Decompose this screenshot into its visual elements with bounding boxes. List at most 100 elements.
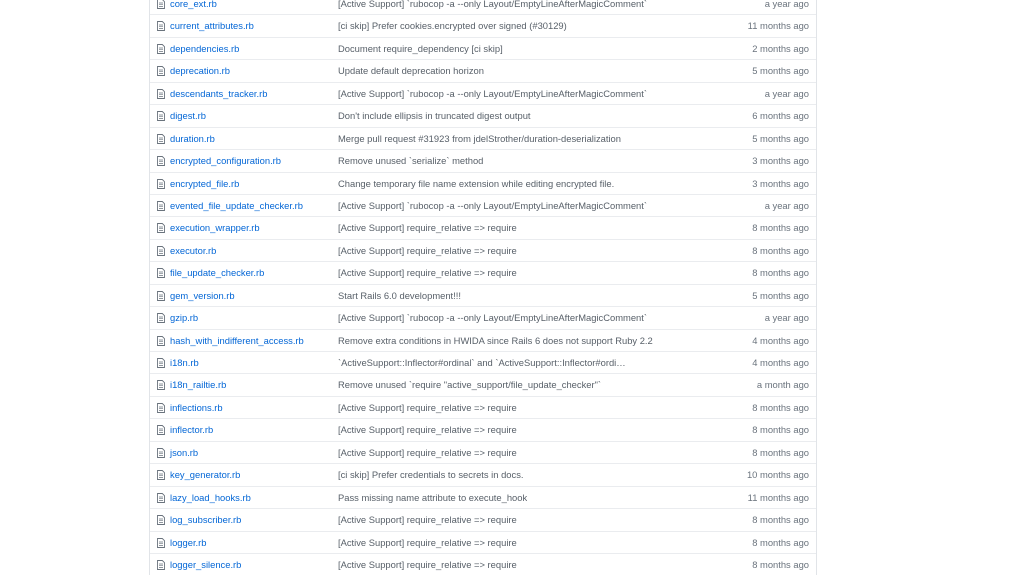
file-row[interactable]: current_attributes.rb [ci skip] Prefer co… — [150, 14, 816, 36]
file-name-link[interactable]: inflector.rb — [170, 419, 213, 440]
file-name-link[interactable]: lazy_load_hooks.rb — [170, 487, 251, 508]
file-text-icon — [157, 268, 165, 279]
commit-age: 11 months ago — [747, 491, 809, 503]
file-name-link[interactable]: deprecation.rb — [170, 60, 230, 81]
commit-age: 5 months ago — [752, 65, 809, 77]
commit-message-link[interactable]: [ci skip] Prefer credentials to secrets … — [338, 464, 524, 485]
file-row[interactable]: lazy_load_hooks.rb Pass missing name attr… — [150, 485, 816, 508]
file-row[interactable]: logger.rb [Active Support] require_relati… — [150, 530, 816, 553]
commit-message-link[interactable]: Remove unused `serialize` method — [338, 150, 483, 171]
file-row[interactable]: execution_wrapper.rb [Active Support] req… — [150, 216, 816, 238]
file-row[interactable]: encrypted_configuration.rb Remove unused … — [150, 149, 816, 171]
commit-age: 8 months ago — [752, 536, 809, 548]
commit-message-link[interactable]: [Active Support] `rubocop -a --only Layo… — [338, 83, 647, 104]
file-name-link[interactable]: current_attributes.rb — [170, 15, 254, 36]
file-row[interactable]: executor.rb [Active Support] require_rela… — [150, 238, 816, 261]
commit-age: a year ago — [764, 312, 809, 324]
file-row[interactable]: gem_version.rb Start Rails 6.0 developmen… — [150, 283, 816, 306]
commit-message-link[interactable]: Change temporary file name extension whi… — [338, 173, 614, 194]
file-name-link[interactable]: logger_silence.rb — [170, 554, 241, 575]
file-name-link[interactable]: digest.rb — [170, 105, 206, 126]
file-row[interactable]: deprecation.rb Update default deprecation… — [150, 59, 816, 81]
file-name-link[interactable]: logger.rb — [170, 532, 206, 553]
commit-message-link[interactable]: [Active Support] require_relative => req… — [338, 554, 517, 575]
commit-message-link[interactable]: [Active Support] require_relative => req… — [338, 240, 517, 261]
file-name-link[interactable]: inflections.rb — [170, 397, 223, 418]
file-row[interactable]: i18n.rb `ActiveSupport::Inflector#ordinal… — [150, 351, 816, 373]
file-row[interactable]: json.rb [Active Support] require_relative… — [150, 440, 816, 463]
file-text-icon — [157, 470, 165, 481]
commit-message-link[interactable]: Pass missing name attribute to execute_h… — [338, 487, 527, 508]
file-name-link[interactable]: executor.rb — [170, 240, 216, 261]
file-text-icon — [157, 515, 165, 526]
commit-message-link[interactable]: [Active Support] require_relative => req… — [338, 262, 517, 283]
commit-message-link[interactable]: Start Rails 6.0 development!!! — [338, 285, 461, 306]
file-row[interactable]: gzip.rb [Active Support] `rubocop -a --on… — [150, 306, 816, 328]
commit-message-link[interactable]: [Active Support] `rubocop -a --only Layo… — [338, 307, 647, 328]
file-row[interactable]: key_generator.rb [ci skip] Prefer credent… — [150, 463, 816, 485]
commit-age: 2 months ago — [752, 42, 809, 54]
file-name-link[interactable]: evented_file_update_checker.rb — [170, 195, 303, 216]
file-text-icon — [157, 313, 165, 324]
file-row[interactable]: core_ext.rb [Active Support] `rubocop -a … — [150, 0, 816, 14]
commit-message-link[interactable]: Merge pull request #31923 from jdelStrot… — [338, 128, 621, 149]
commit-message-link[interactable]: Document require_dependency [ci skip] — [338, 38, 503, 59]
file-name-link[interactable]: file_update_checker.rb — [170, 262, 264, 283]
commit-age: 8 months ago — [752, 514, 809, 526]
commit-age: a year ago — [764, 0, 809, 9]
commit-message-link[interactable]: [ci skip] Prefer cookies.encrypted over … — [338, 15, 567, 36]
file-text-icon — [157, 290, 165, 301]
file-name-link[interactable]: encrypted_file.rb — [170, 173, 239, 194]
file-name-link[interactable]: duration.rb — [170, 128, 215, 149]
commit-message-link[interactable]: [Active Support] require_relative => req… — [338, 532, 517, 553]
file-row[interactable]: log_subscriber.rb [Active Support] requir… — [150, 508, 816, 530]
file-row[interactable]: descendants_tracker.rb [Active Support] `… — [150, 81, 816, 104]
commit-age: 8 months ago — [752, 222, 809, 234]
file-text-icon — [157, 0, 165, 9]
file-name-link[interactable]: i18n.rb — [170, 352, 199, 373]
file-row[interactable]: file_update_checker.rb [Active Support] r… — [150, 261, 816, 283]
file-row[interactable]: encrypted_file.rb Change temporary file n… — [150, 171, 816, 194]
file-text-icon — [157, 156, 165, 167]
file-text-icon — [157, 425, 165, 436]
file-row[interactable]: duration.rb Merge pull request #31923 fro… — [150, 126, 816, 149]
file-name-link[interactable]: execution_wrapper.rb — [170, 217, 260, 238]
file-row[interactable]: dependencies.rb Document require_dependen… — [150, 36, 816, 59]
commit-message-link[interactable]: Don't include ellipsis in truncated dige… — [338, 105, 531, 126]
file-name-link[interactable]: encrypted_configuration.rb — [170, 150, 281, 171]
file-name-link[interactable]: core_ext.rb — [170, 0, 217, 14]
commit-age: a year ago — [764, 87, 809, 99]
commit-message-link[interactable]: Remove extra conditions in HWIDA since R… — [338, 330, 653, 351]
file-text-icon — [157, 66, 165, 77]
commit-age: 8 months ago — [752, 424, 809, 436]
file-row[interactable]: inflections.rb [Active Support] require_r… — [150, 395, 816, 418]
file-text-icon — [157, 245, 165, 256]
commit-message-link[interactable]: [Active Support] require_relative => req… — [338, 442, 517, 463]
commit-message-link[interactable]: [Active Support] `rubocop -a --only Layo… — [338, 195, 647, 216]
file-name-link[interactable]: i18n_railtie.rb — [170, 374, 226, 395]
file-name-link[interactable]: gem_version.rb — [170, 285, 235, 306]
commit-message-link[interactable]: [Active Support] require_relative => req… — [338, 217, 517, 238]
file-row[interactable]: i18n_railtie.rb Remove unused `require "a… — [150, 373, 816, 395]
commit-message-link[interactable]: [Active Support] require_relative => req… — [338, 509, 517, 530]
file-name-link[interactable]: hash_with_indifferent_access.rb — [170, 330, 304, 351]
file-name-link[interactable]: log_subscriber.rb — [170, 509, 241, 530]
file-row[interactable]: logger_silence.rb [Active Support] requir… — [150, 552, 816, 575]
commit-message-link[interactable]: `ActiveSupport::Inflector#ordinal` and `… — [338, 352, 626, 373]
file-row[interactable]: inflector.rb [Active Support] require_rel… — [150, 418, 816, 440]
file-name-link[interactable]: dependencies.rb — [170, 38, 239, 59]
file-row[interactable]: hash_with_indifferent_access.rb Remove ex… — [150, 328, 816, 351]
file-row[interactable]: digest.rb Don't include ellipsis in trunc… — [150, 104, 816, 126]
file-name-link[interactable]: descendants_tracker.rb — [170, 83, 267, 104]
commit-message-link[interactable]: [Active Support] `rubocop -a --only Layo… — [338, 0, 647, 14]
commit-message-link[interactable]: [Active Support] require_relative => req… — [338, 419, 517, 440]
commit-message-link[interactable]: [Active Support] require_relative => req… — [338, 397, 517, 418]
file-text-icon — [157, 111, 165, 122]
commit-age: 6 months ago — [752, 110, 809, 122]
commit-message-link[interactable]: Remove unused `require "active_support/f… — [338, 374, 601, 395]
file-name-link[interactable]: key_generator.rb — [170, 464, 240, 485]
file-name-link[interactable]: gzip.rb — [170, 307, 198, 328]
file-name-link[interactable]: json.rb — [170, 442, 198, 463]
file-row[interactable]: evented_file_update_checker.rb [Active Su… — [150, 193, 816, 216]
commit-message-link[interactable]: Update default deprecation horizon — [338, 60, 484, 81]
